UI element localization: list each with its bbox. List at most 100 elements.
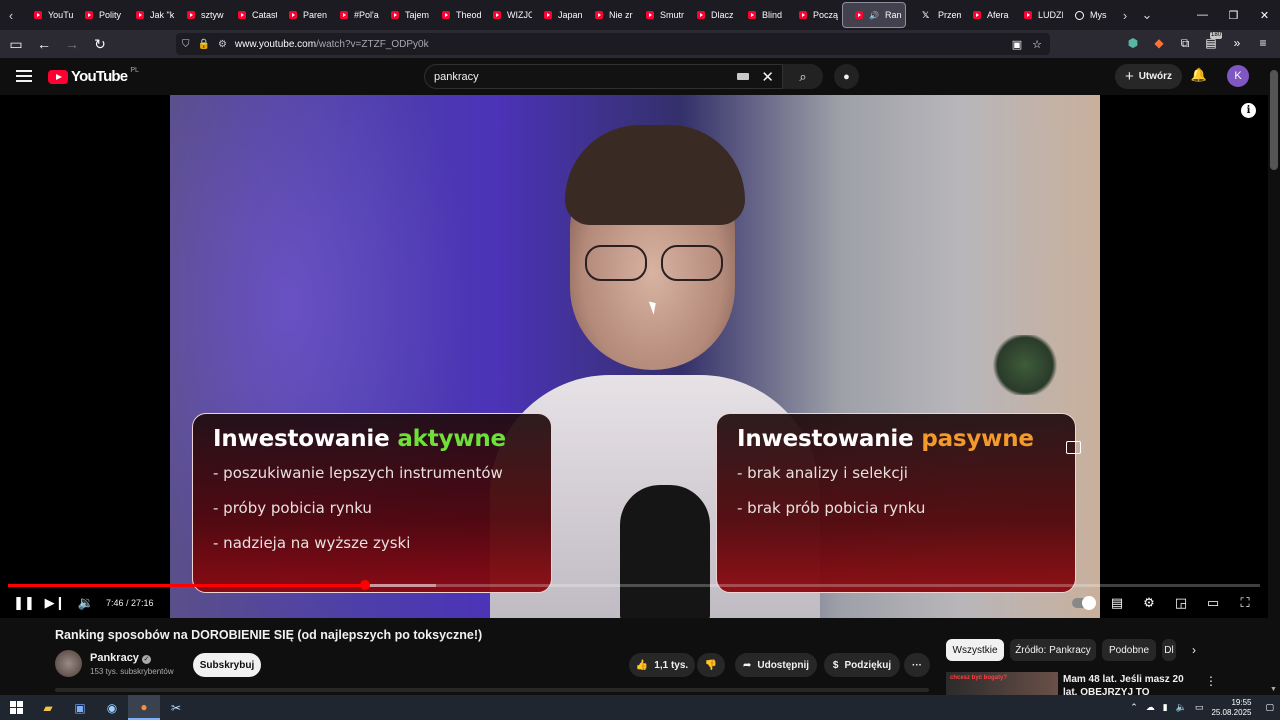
app-menu-icon[interactable]: ≡ xyxy=(1254,32,1272,54)
minimize-icon[interactable]: — xyxy=(1187,0,1218,30)
youtube-logo[interactable]: YouTube PL xyxy=(48,67,139,85)
chip-similar[interactable]: Podobne xyxy=(1102,639,1156,661)
settings-gear-icon[interactable]: ⚙HD xyxy=(1139,593,1159,613)
miniplayer-icon[interactable]: ◲ xyxy=(1171,593,1191,613)
tab-tabs-6[interactable]: #Pol'a xyxy=(328,2,379,28)
notifications-bell-icon[interactable]: 🔔 xyxy=(1190,67,1208,85)
lock-icon[interactable]: 🔒 xyxy=(198,39,210,50)
page-scrollbar[interactable]: ▼ xyxy=(1268,58,1280,695)
tab-list-dropdown-icon[interactable]: ⌄ xyxy=(1136,0,1158,30)
clock[interactable]: 19:55 25.08.2025 xyxy=(1211,698,1251,718)
scrubber-handle[interactable] xyxy=(359,580,370,590)
notifications-icon[interactable]: ▢ xyxy=(1265,702,1274,713)
sidebar-toggle-icon[interactable]: ▭ xyxy=(4,32,28,56)
tab-tabs-0[interactable]: YouTu xyxy=(22,2,73,28)
voice-search-button[interactable]: ● xyxy=(834,64,859,89)
search-input[interactable]: pankracy ✕ xyxy=(424,64,783,89)
tab-scroll-right-icon[interactable]: › xyxy=(1114,0,1136,30)
autoplay-toggle[interactable] xyxy=(1072,596,1096,610)
speaker-icon[interactable]: 🔊 xyxy=(869,11,879,20)
restore-icon[interactable]: ❐ xyxy=(1218,0,1249,30)
thanks-button[interactable]: $ Podziękuj xyxy=(824,653,900,677)
onedrive-icon[interactable]: ☁ xyxy=(1146,702,1155,713)
chip-all[interactable]: Wszystkie xyxy=(946,639,1004,661)
back-icon[interactable]: ← xyxy=(32,32,56,56)
bookmark-star-icon[interactable]: ☆ xyxy=(1032,38,1042,51)
tab-active[interactable]: 🔊 Ran ✕ xyxy=(842,2,906,28)
volume-icon[interactable]: 🔉 xyxy=(76,593,96,613)
subscribe-button[interactable]: Subskrybuj xyxy=(193,653,261,677)
search-button[interactable]: ⌕ xyxy=(783,64,823,89)
tab-tabs-15[interactable]: Począ xyxy=(787,2,838,28)
tab-tabs_after-1[interactable]: Afera xyxy=(961,2,1012,28)
tab-scroll-left-icon[interactable]: ‹ xyxy=(0,0,22,30)
tab-tabs-11[interactable]: Nie zr xyxy=(583,2,634,28)
forward-icon[interactable]: → xyxy=(60,32,84,56)
tab-tabs-13[interactable]: Dlacz xyxy=(685,2,736,28)
address-bar[interactable]: ⛉ 🔒 ⚙ www.youtube.com/watch?v=ZTZF_ODPy0… xyxy=(176,33,1050,55)
more-actions-button[interactable]: ··· xyxy=(904,653,930,677)
chips-next-icon[interactable]: › xyxy=(1192,643,1196,657)
snipping-tool-icon[interactable]: ✂ xyxy=(160,695,192,720)
fullscreen-icon[interactable]: ⛶ xyxy=(1235,593,1255,613)
overflow-menu-icon[interactable]: » xyxy=(1228,32,1246,54)
scrollbar-thumb[interactable] xyxy=(1270,70,1278,170)
firefox-icon[interactable]: ● xyxy=(128,695,160,720)
tab-tabs-12[interactable]: Smutr xyxy=(634,2,685,28)
subtitles-icon[interactable]: ▤ xyxy=(1107,593,1127,613)
theater-mode-icon[interactable]: ▭ xyxy=(1203,593,1223,613)
keyboard-icon[interactable] xyxy=(737,73,750,80)
dislike-button[interactable]: 👎 xyxy=(697,653,725,677)
pause-icon[interactable]: ❚❚ xyxy=(13,593,35,613)
reload-icon[interactable]: ↻ xyxy=(88,32,112,56)
tab-tabs-1[interactable]: Polity xyxy=(73,2,124,28)
tab-tabs-3[interactable]: sztyw xyxy=(175,2,226,28)
fox-extension-icon[interactable]: ◆ xyxy=(1150,32,1168,54)
counter-extension-icon[interactable]: ▤ 180 xyxy=(1202,32,1222,54)
tab-tabs_after-3[interactable]: Mys xyxy=(1063,2,1114,28)
file-explorer-icon[interactable]: ▰ xyxy=(32,695,64,720)
tab-tabs-14[interactable]: Blind xyxy=(736,2,787,28)
channel-avatar[interactable] xyxy=(55,650,82,677)
info-icon[interactable]: i xyxy=(1241,103,1256,118)
tab-tabs-10[interactable]: Japan xyxy=(532,2,583,28)
next-video-icon[interactable]: ▶❙ xyxy=(45,593,66,613)
extensions-icon[interactable]: ⧉ xyxy=(1176,32,1194,54)
progress-bar[interactable] xyxy=(8,580,1260,590)
remote-desktop-icon[interactable]: ▣ xyxy=(64,695,96,720)
channel-name[interactable]: Pankracy ✓ xyxy=(90,652,151,664)
network-icon[interactable]: ▭ xyxy=(1195,702,1204,713)
tab-tabs-9[interactable]: WIZJO xyxy=(481,2,532,28)
account-avatar[interactable]: K xyxy=(1227,65,1249,87)
like-button[interactable]: 👍 1,1 tys. xyxy=(629,653,695,677)
chip-source[interactable]: Źródło: Pankracy xyxy=(1010,639,1096,661)
tab-tabs_after-0[interactable]: 𝕏 Przem xyxy=(910,2,961,28)
tab-tabs_after-2[interactable]: LUDZI xyxy=(1012,2,1063,28)
reader-view-icon[interactable]: ▣ xyxy=(1012,38,1022,51)
guide-menu-icon[interactable] xyxy=(16,70,32,82)
expand-card-icon[interactable] xyxy=(1066,441,1081,454)
usb-icon[interactable]: ▮ xyxy=(1163,702,1168,713)
steam-icon[interactable]: ◉ xyxy=(96,695,128,720)
tracking-shield-icon[interactable]: ⛉ xyxy=(182,39,190,50)
video-player[interactable]: Inwestowanie aktywne - poszukiwanie leps… xyxy=(0,95,1268,618)
tray-overflow-icon[interactable]: ⌃ xyxy=(1130,702,1138,713)
url-text[interactable]: www.youtube.com/watch?v=ZTZF_ODPy0k xyxy=(235,39,429,50)
tab-tabs-5[interactable]: Paren xyxy=(277,2,328,28)
description-box[interactable] xyxy=(55,688,929,692)
tab-tabs-8[interactable]: Theod xyxy=(430,2,481,28)
create-button[interactable]: + Utwórz xyxy=(1115,64,1182,89)
recommendation-title[interactable]: Mam 48 lat. Jeśli masz 20 lat, OBEJRZYJ … xyxy=(1063,673,1198,697)
shield-extension-icon[interactable]: ⬢ xyxy=(1124,32,1142,54)
share-button[interactable]: ➦ Udostępnij xyxy=(735,653,817,677)
tab-tabs-2[interactable]: Jak "k xyxy=(124,2,175,28)
start-button[interactable] xyxy=(0,695,32,720)
chip-partial[interactable]: Dl xyxy=(1162,639,1176,661)
scroll-down-icon[interactable]: ▼ xyxy=(1270,686,1277,693)
close-window-icon[interactable]: ✕ xyxy=(1249,0,1280,30)
tab-tabs-7[interactable]: Tajem xyxy=(379,2,430,28)
permissions-icon[interactable]: ⚙ xyxy=(218,39,227,50)
clear-search-icon[interactable]: ✕ xyxy=(761,68,774,86)
recommendation-more-icon[interactable]: ⋮ xyxy=(1205,674,1217,688)
speaker-tray-icon[interactable]: 🔈 xyxy=(1176,702,1187,713)
